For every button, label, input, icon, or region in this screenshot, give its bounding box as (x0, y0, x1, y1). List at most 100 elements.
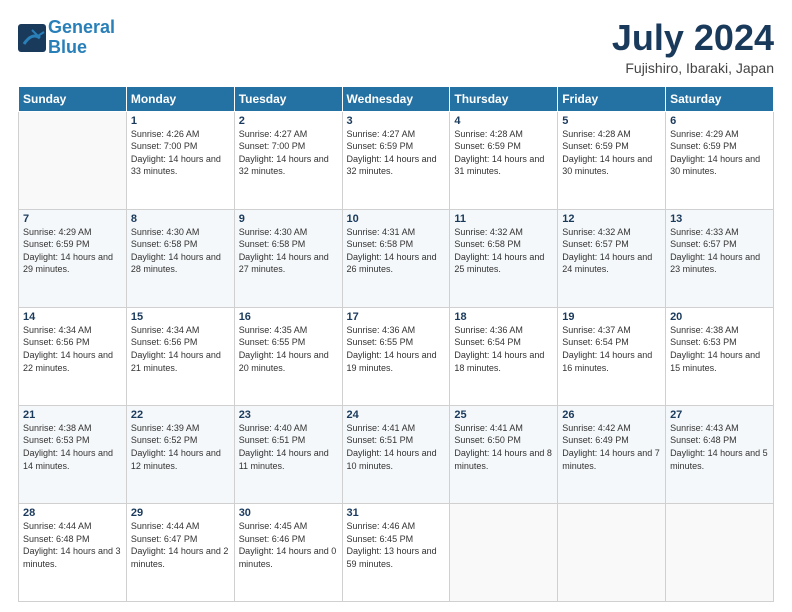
day-info: Sunrise: 4:40 AM Sunset: 6:51 PM Dayligh… (239, 422, 338, 472)
calendar-cell (666, 503, 774, 601)
day-number: 26 (562, 409, 661, 421)
day-number: 21 (23, 409, 122, 421)
day-number: 8 (131, 213, 230, 225)
day-number: 4 (454, 115, 553, 127)
calendar-cell: 22 Sunrise: 4:39 AM Sunset: 6:52 PM Dayl… (126, 405, 234, 503)
day-info: Sunrise: 4:34 AM Sunset: 6:56 PM Dayligh… (131, 324, 230, 374)
location: Fujishiro, Ibaraki, Japan (612, 60, 774, 76)
day-info: Sunrise: 4:36 AM Sunset: 6:55 PM Dayligh… (347, 324, 446, 374)
day-number: 15 (131, 311, 230, 323)
day-number: 11 (454, 213, 553, 225)
calendar-week-row: 28 Sunrise: 4:44 AM Sunset: 6:48 PM Dayl… (19, 503, 774, 601)
day-number: 18 (454, 311, 553, 323)
calendar-cell: 1 Sunrise: 4:26 AM Sunset: 7:00 PM Dayli… (126, 111, 234, 209)
page: GeneralBlue July 2024 Fujishiro, Ibaraki… (0, 0, 792, 612)
calendar-week-row: 7 Sunrise: 4:29 AM Sunset: 6:59 PM Dayli… (19, 209, 774, 307)
day-info: Sunrise: 4:43 AM Sunset: 6:48 PM Dayligh… (670, 422, 769, 472)
day-number: 17 (347, 311, 446, 323)
col-friday: Friday (558, 86, 666, 111)
calendar-week-row: 1 Sunrise: 4:26 AM Sunset: 7:00 PM Dayli… (19, 111, 774, 209)
calendar-cell: 3 Sunrise: 4:27 AM Sunset: 6:59 PM Dayli… (342, 111, 450, 209)
calendar-cell: 8 Sunrise: 4:30 AM Sunset: 6:58 PM Dayli… (126, 209, 234, 307)
day-info: Sunrise: 4:42 AM Sunset: 6:49 PM Dayligh… (562, 422, 661, 472)
day-info: Sunrise: 4:45 AM Sunset: 6:46 PM Dayligh… (239, 520, 338, 570)
calendar-cell: 20 Sunrise: 4:38 AM Sunset: 6:53 PM Dayl… (666, 307, 774, 405)
calendar-cell: 4 Sunrise: 4:28 AM Sunset: 6:59 PM Dayli… (450, 111, 558, 209)
day-number: 13 (670, 213, 769, 225)
day-number: 31 (347, 507, 446, 519)
calendar-cell: 5 Sunrise: 4:28 AM Sunset: 6:59 PM Dayli… (558, 111, 666, 209)
calendar-cell: 28 Sunrise: 4:44 AM Sunset: 6:48 PM Dayl… (19, 503, 127, 601)
calendar-cell: 27 Sunrise: 4:43 AM Sunset: 6:48 PM Dayl… (666, 405, 774, 503)
calendar-cell: 2 Sunrise: 4:27 AM Sunset: 7:00 PM Dayli… (234, 111, 342, 209)
day-info: Sunrise: 4:44 AM Sunset: 6:48 PM Dayligh… (23, 520, 122, 570)
day-info: Sunrise: 4:29 AM Sunset: 6:59 PM Dayligh… (23, 226, 122, 276)
day-number: 22 (131, 409, 230, 421)
col-sunday: Sunday (19, 86, 127, 111)
day-number: 6 (670, 115, 769, 127)
day-number: 23 (239, 409, 338, 421)
calendar-cell: 13 Sunrise: 4:33 AM Sunset: 6:57 PM Dayl… (666, 209, 774, 307)
calendar-cell (558, 503, 666, 601)
day-number: 1 (131, 115, 230, 127)
day-info: Sunrise: 4:41 AM Sunset: 6:50 PM Dayligh… (454, 422, 553, 472)
day-number: 29 (131, 507, 230, 519)
day-info: Sunrise: 4:27 AM Sunset: 7:00 PM Dayligh… (239, 128, 338, 178)
calendar-cell: 25 Sunrise: 4:41 AM Sunset: 6:50 PM Dayl… (450, 405, 558, 503)
calendar-cell: 7 Sunrise: 4:29 AM Sunset: 6:59 PM Dayli… (19, 209, 127, 307)
logo: GeneralBlue (18, 18, 115, 58)
col-monday: Monday (126, 86, 234, 111)
day-number: 14 (23, 311, 122, 323)
day-info: Sunrise: 4:34 AM Sunset: 6:56 PM Dayligh… (23, 324, 122, 374)
calendar-cell (450, 503, 558, 601)
calendar-cell: 6 Sunrise: 4:29 AM Sunset: 6:59 PM Dayli… (666, 111, 774, 209)
col-thursday: Thursday (450, 86, 558, 111)
day-number: 3 (347, 115, 446, 127)
calendar-table: Sunday Monday Tuesday Wednesday Thursday… (18, 86, 774, 602)
day-info: Sunrise: 4:28 AM Sunset: 6:59 PM Dayligh… (454, 128, 553, 178)
day-number: 12 (562, 213, 661, 225)
calendar-header-row: Sunday Monday Tuesday Wednesday Thursday… (19, 86, 774, 111)
day-number: 20 (670, 311, 769, 323)
calendar-cell: 30 Sunrise: 4:45 AM Sunset: 6:46 PM Dayl… (234, 503, 342, 601)
day-info: Sunrise: 4:39 AM Sunset: 6:52 PM Dayligh… (131, 422, 230, 472)
day-info: Sunrise: 4:28 AM Sunset: 6:59 PM Dayligh… (562, 128, 661, 178)
day-number: 28 (23, 507, 122, 519)
col-wednesday: Wednesday (342, 86, 450, 111)
day-info: Sunrise: 4:38 AM Sunset: 6:53 PM Dayligh… (670, 324, 769, 374)
day-info: Sunrise: 4:26 AM Sunset: 7:00 PM Dayligh… (131, 128, 230, 178)
day-number: 7 (23, 213, 122, 225)
day-info: Sunrise: 4:29 AM Sunset: 6:59 PM Dayligh… (670, 128, 769, 178)
day-number: 16 (239, 311, 338, 323)
day-info: Sunrise: 4:30 AM Sunset: 6:58 PM Dayligh… (239, 226, 338, 276)
day-info: Sunrise: 4:46 AM Sunset: 6:45 PM Dayligh… (347, 520, 446, 570)
calendar-cell: 21 Sunrise: 4:38 AM Sunset: 6:53 PM Dayl… (19, 405, 127, 503)
calendar-cell: 12 Sunrise: 4:32 AM Sunset: 6:57 PM Dayl… (558, 209, 666, 307)
calendar-cell: 17 Sunrise: 4:36 AM Sunset: 6:55 PM Dayl… (342, 307, 450, 405)
day-info: Sunrise: 4:36 AM Sunset: 6:54 PM Dayligh… (454, 324, 553, 374)
day-info: Sunrise: 4:27 AM Sunset: 6:59 PM Dayligh… (347, 128, 446, 178)
calendar-cell (19, 111, 127, 209)
calendar-cell: 15 Sunrise: 4:34 AM Sunset: 6:56 PM Dayl… (126, 307, 234, 405)
day-info: Sunrise: 4:33 AM Sunset: 6:57 PM Dayligh… (670, 226, 769, 276)
logo-text: GeneralBlue (48, 18, 115, 58)
day-info: Sunrise: 4:30 AM Sunset: 6:58 PM Dayligh… (131, 226, 230, 276)
day-number: 19 (562, 311, 661, 323)
day-info: Sunrise: 4:38 AM Sunset: 6:53 PM Dayligh… (23, 422, 122, 472)
month-title: July 2024 (612, 18, 774, 58)
day-number: 2 (239, 115, 338, 127)
logo-icon (18, 24, 46, 52)
header: GeneralBlue July 2024 Fujishiro, Ibaraki… (18, 18, 774, 76)
title-area: July 2024 Fujishiro, Ibaraki, Japan (612, 18, 774, 76)
calendar-cell: 16 Sunrise: 4:35 AM Sunset: 6:55 PM Dayl… (234, 307, 342, 405)
day-info: Sunrise: 4:35 AM Sunset: 6:55 PM Dayligh… (239, 324, 338, 374)
col-tuesday: Tuesday (234, 86, 342, 111)
day-info: Sunrise: 4:32 AM Sunset: 6:58 PM Dayligh… (454, 226, 553, 276)
calendar-week-row: 21 Sunrise: 4:38 AM Sunset: 6:53 PM Dayl… (19, 405, 774, 503)
col-saturday: Saturday (666, 86, 774, 111)
day-info: Sunrise: 4:37 AM Sunset: 6:54 PM Dayligh… (562, 324, 661, 374)
calendar-cell: 23 Sunrise: 4:40 AM Sunset: 6:51 PM Dayl… (234, 405, 342, 503)
day-number: 30 (239, 507, 338, 519)
day-info: Sunrise: 4:32 AM Sunset: 6:57 PM Dayligh… (562, 226, 661, 276)
calendar-week-row: 14 Sunrise: 4:34 AM Sunset: 6:56 PM Dayl… (19, 307, 774, 405)
